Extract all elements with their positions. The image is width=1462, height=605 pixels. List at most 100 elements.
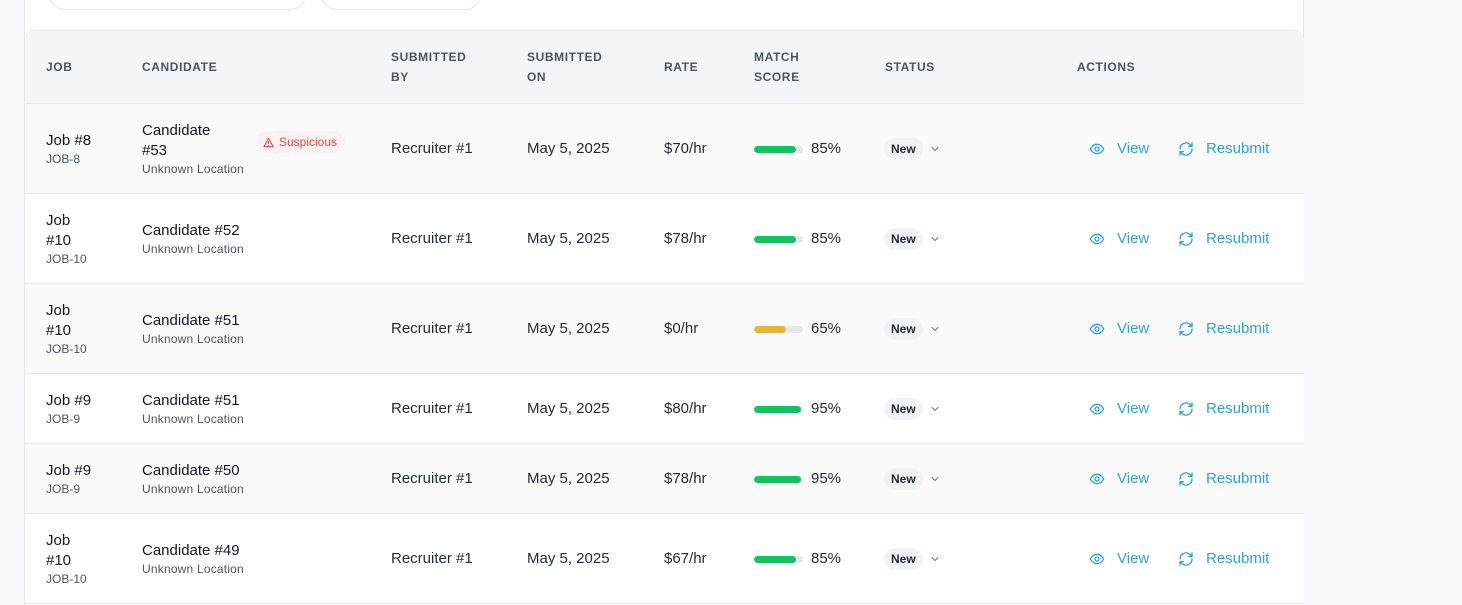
refresh-icon — [1178, 471, 1194, 487]
header-match-score[interactable]: MATCH SCORE — [754, 47, 844, 87]
submitted-by: Recruiter #1 — [391, 230, 473, 247]
table-row[interactable]: Job #9 JOB-9 Candidate #51 Unknown Location… — [25, 374, 1304, 444]
submitted-by: Recruiter #1 — [391, 470, 473, 487]
candidate-location: Unknown Location — [142, 482, 244, 496]
status-select[interactable]: New — [884, 548, 941, 570]
candidate-name: Candidate #50 — [142, 462, 240, 479]
job-code: JOB-10 — [46, 342, 87, 356]
table-row[interactable]: Job #10 JOB-10 Candidate #51 Unknown Locatio… — [25, 284, 1304, 374]
status-select[interactable]: New — [884, 468, 941, 490]
job-title: Job — [46, 532, 71, 549]
job-title: Job #9 — [46, 462, 92, 479]
view-button[interactable]: View — [1089, 229, 1149, 249]
table-row[interactable]: Job #10 JOB-10 Candidate #49 Unknown Locatio… — [25, 514, 1304, 604]
resubmit-button[interactable]: Resubmit — [1178, 229, 1269, 249]
match-score-fill — [754, 325, 786, 333]
match-score-value: 85% — [811, 230, 842, 247]
filter-dropdown[interactable] — [321, 0, 481, 10]
chevron-down-icon[interactable] — [929, 323, 941, 335]
match-score-value: 85% — [811, 140, 842, 157]
match-score-fill — [754, 145, 796, 153]
candidate-cell: Candidate #49 Unknown Location — [142, 541, 244, 577]
header-submitted-on[interactable]: SUBMITTED ON — [527, 47, 617, 87]
filter-search-input[interactable] — [49, 0, 306, 10]
job-cell: Job #9 JOB-9 — [46, 461, 91, 497]
resubmit-button[interactable]: Resubmit — [1178, 139, 1269, 159]
job-code: JOB-9 — [46, 482, 81, 496]
status-select[interactable]: New — [884, 318, 941, 340]
submissions-table: JOB CANDIDATE SUBMITTED BY SUBMITTED ON … — [25, 30, 1304, 604]
resubmit-button[interactable]: Resubmit — [1178, 549, 1269, 569]
candidate-name-line2: #53 — [142, 142, 168, 159]
candidate-location: Unknown Location — [142, 242, 244, 256]
match-score-value: 95% — [811, 400, 842, 417]
submitted-by: Recruiter #1 — [391, 320, 473, 337]
view-label: View — [1117, 230, 1150, 247]
resubmit-label: Resubmit — [1206, 140, 1270, 157]
status-badge: New — [884, 138, 923, 160]
view-button[interactable]: View — [1089, 469, 1149, 489]
submitted-by: Recruiter #1 — [391, 140, 473, 157]
chevron-down-icon[interactable] — [929, 403, 941, 415]
status-select[interactable]: New — [884, 138, 941, 160]
header-match-line2: SCORE — [754, 70, 800, 84]
header-rate[interactable]: RATE — [664, 57, 698, 77]
refresh-icon — [1178, 231, 1194, 247]
warning-icon — [263, 137, 274, 148]
job-title: Job #9 — [46, 392, 92, 409]
rate: $78/hr — [664, 230, 707, 247]
view-button[interactable]: View — [1089, 549, 1149, 569]
match-score-bar — [754, 555, 803, 563]
job-cell: Job #9 JOB-9 — [46, 391, 91, 427]
suspicious-badge: Suspicious — [256, 131, 346, 153]
header-candidate[interactable]: CANDIDATE — [142, 57, 217, 77]
match-score-fill — [754, 235, 796, 243]
candidate-cell: Candidate #51 Unknown Location — [142, 311, 244, 347]
status-select[interactable]: New — [884, 228, 941, 250]
header-match-line1: MATCH — [754, 50, 800, 64]
header-submitted-on-line2: ON — [527, 70, 547, 84]
resubmit-button[interactable]: Resubmit — [1178, 319, 1269, 339]
candidate-location: Unknown Location — [142, 162, 244, 176]
job-title: Job #8 — [46, 132, 92, 149]
view-button[interactable]: View — [1089, 139, 1149, 159]
submitted-on: May 5, 2025 — [527, 230, 610, 247]
submitted-on: May 5, 2025 — [527, 320, 610, 337]
eye-icon — [1089, 231, 1105, 247]
match-score-value: 85% — [811, 550, 842, 567]
match-score-bar — [754, 145, 803, 153]
status-badge: New — [884, 468, 923, 490]
status-select[interactable]: New — [884, 398, 941, 420]
header-job[interactable]: JOB — [46, 57, 72, 77]
submitted-on: May 5, 2025 — [527, 400, 610, 417]
suspicious-label: Suspicious — [279, 135, 338, 149]
eye-icon — [1089, 141, 1105, 157]
rate: $0/hr — [664, 320, 699, 337]
status-badge: New — [884, 398, 923, 420]
header-status[interactable]: STATUS — [885, 57, 935, 77]
header-submitted-by[interactable]: SUBMITTED BY — [391, 47, 481, 87]
chevron-down-icon[interactable] — [929, 473, 941, 485]
chevron-down-icon[interactable] — [929, 233, 941, 245]
job-cell: Job #8 JOB-8 — [46, 131, 91, 167]
submitted-on: May 5, 2025 — [527, 140, 610, 157]
chevron-down-icon[interactable] — [929, 553, 941, 565]
chevron-down-icon[interactable] — [929, 143, 941, 155]
view-button[interactable]: View — [1089, 399, 1149, 419]
table-row[interactable]: Job #8 JOB-8 Candidate #53 Unknown Location S… — [25, 104, 1304, 194]
submitted-by: Recruiter #1 — [391, 400, 473, 417]
view-label: View — [1117, 400, 1150, 417]
table-row[interactable]: Job #9 JOB-9 Candidate #50 Unknown Location… — [25, 444, 1304, 514]
view-label: View — [1117, 470, 1150, 487]
match-score-value: 95% — [811, 470, 842, 487]
refresh-icon — [1178, 551, 1194, 567]
resubmit-button[interactable]: Resubmit — [1178, 469, 1269, 489]
view-button[interactable]: View — [1089, 319, 1149, 339]
job-code: JOB-8 — [46, 152, 81, 166]
table-row[interactable]: Job #10 JOB-10 Candidate #52 Unknown Locatio… — [25, 194, 1304, 284]
candidate-name: Candidate #51 — [142, 392, 240, 409]
resubmit-label: Resubmit — [1206, 400, 1270, 417]
candidate-location: Unknown Location — [142, 562, 244, 576]
resubmit-button[interactable]: Resubmit — [1178, 399, 1269, 419]
submitted-by: Recruiter #1 — [391, 550, 473, 567]
